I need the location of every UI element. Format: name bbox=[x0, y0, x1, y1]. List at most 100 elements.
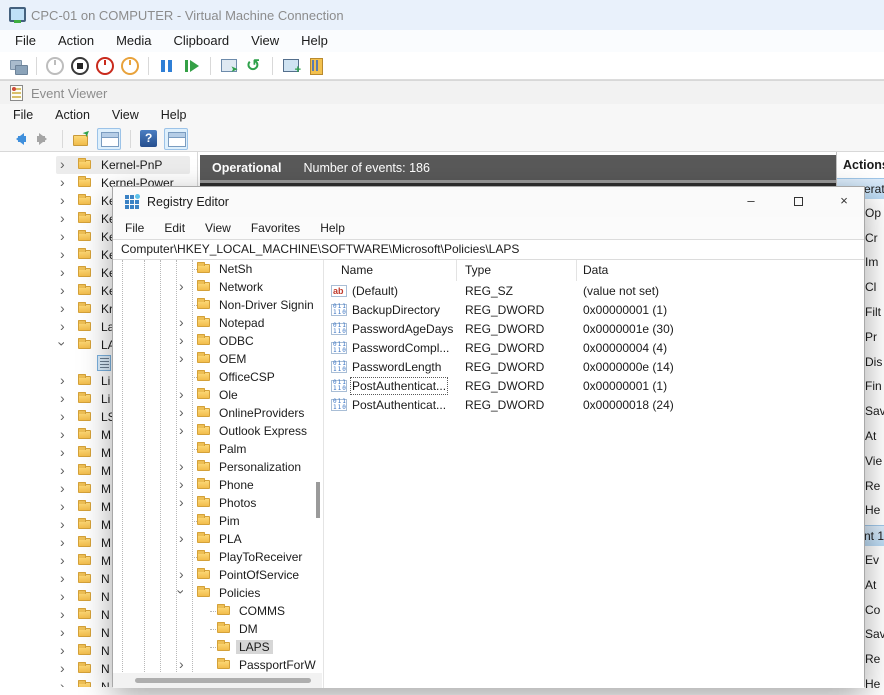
chevron-right-icon[interactable] bbox=[60, 408, 72, 426]
column-divider[interactable] bbox=[576, 260, 577, 281]
power-icon[interactable] bbox=[46, 57, 64, 75]
chevron-right-icon[interactable] bbox=[60, 264, 72, 282]
menu-clipboard[interactable]: Clipboard bbox=[163, 30, 241, 52]
chevron-right-icon[interactable] bbox=[60, 282, 72, 300]
show-hide-console-icon[interactable] bbox=[97, 128, 121, 150]
reg-tree-hscrollbar[interactable] bbox=[113, 673, 322, 688]
chevron-right-icon[interactable] bbox=[179, 314, 191, 332]
column-divider[interactable] bbox=[456, 260, 457, 281]
chevron-right-icon[interactable] bbox=[60, 498, 72, 516]
chevron-right-icon[interactable] bbox=[60, 480, 72, 498]
reg-tree-item[interactable]: Outlook Express bbox=[113, 422, 322, 440]
keyboard-icon[interactable] bbox=[9, 57, 27, 75]
chevron-right-icon[interactable] bbox=[179, 350, 191, 368]
chevron-right-icon[interactable] bbox=[60, 300, 72, 318]
chevron-right-icon[interactable] bbox=[60, 606, 72, 624]
help-icon[interactable] bbox=[140, 130, 157, 147]
enhanced-session-icon[interactable] bbox=[282, 57, 300, 75]
chevron-right-icon[interactable] bbox=[60, 642, 72, 660]
reg-tree-item[interactable]: PassportForW bbox=[113, 656, 322, 674]
reg-tree-item[interactable]: ODBC bbox=[113, 332, 322, 350]
console-tree-icon[interactable] bbox=[72, 130, 90, 148]
chevron-right-icon[interactable] bbox=[60, 210, 72, 228]
reg-value-row[interactable]: PostAuthenticat...REG_DWORD0x00000018 (2… bbox=[326, 396, 863, 415]
chevron-right-icon[interactable] bbox=[60, 444, 72, 462]
chevron-right-icon[interactable] bbox=[60, 246, 72, 264]
forward-icon[interactable] bbox=[35, 130, 53, 148]
reg-value-row[interactable]: PostAuthenticat...REG_DWORD0x00000001 (1… bbox=[326, 377, 863, 396]
reg-value-row[interactable]: PasswordLengthREG_DWORD0x0000000e (14) bbox=[326, 358, 863, 377]
pause-icon[interactable] bbox=[158, 57, 176, 75]
chevron-right-icon[interactable] bbox=[179, 278, 191, 296]
menu-view[interactable]: View bbox=[240, 30, 290, 52]
close-button[interactable]: × bbox=[832, 187, 856, 217]
chevron-right-icon[interactable] bbox=[179, 386, 191, 404]
ev-tree-item[interactable]: Kernel-PnP bbox=[0, 156, 198, 174]
reg-value-row[interactable]: PasswordCompl...REG_DWORD0x00000004 (4) bbox=[326, 339, 863, 358]
reg-pane-splitter[interactable] bbox=[323, 260, 324, 688]
reg-tree-vscrollbar-thumb[interactable] bbox=[316, 482, 320, 518]
save-state-icon[interactable] bbox=[121, 57, 139, 75]
chevron-right-icon[interactable] bbox=[60, 624, 72, 642]
reg-tree-item[interactable]: DM bbox=[113, 620, 322, 638]
reg-tree-item[interactable]: PointOfService bbox=[113, 566, 322, 584]
minimize-button[interactable]: – bbox=[739, 187, 763, 217]
chevron-right-icon[interactable] bbox=[179, 476, 191, 494]
reg-tree-item[interactable]: Ole bbox=[113, 386, 322, 404]
reg-tree-item[interactable]: OfficeCSP bbox=[113, 368, 322, 386]
reg-value-row[interactable]: PasswordAgeDaysREG_DWORD0x0000001e (30) bbox=[326, 320, 863, 339]
chevron-right-icon[interactable] bbox=[179, 530, 191, 548]
reg-tree-item[interactable]: LAPS bbox=[113, 638, 322, 656]
show-hide-actions-icon[interactable] bbox=[164, 128, 188, 150]
menu-media[interactable]: Media bbox=[105, 30, 162, 52]
shutdown-icon[interactable] bbox=[96, 57, 114, 75]
chevron-right-icon[interactable] bbox=[179, 332, 191, 350]
menu-edit[interactable]: Edit bbox=[154, 217, 195, 239]
chevron-right-icon[interactable] bbox=[60, 156, 72, 174]
chevron-right-icon[interactable] bbox=[179, 458, 191, 476]
menu-file[interactable]: File bbox=[4, 30, 47, 52]
reg-tree-item[interactable]: Personalization bbox=[113, 458, 322, 476]
revert-icon[interactable] bbox=[245, 57, 263, 75]
menu-file[interactable]: File bbox=[115, 217, 154, 239]
back-icon[interactable] bbox=[10, 130, 28, 148]
chevron-right-icon[interactable] bbox=[60, 318, 72, 336]
chevron-right-icon[interactable] bbox=[60, 534, 72, 552]
chevron-right-icon[interactable] bbox=[60, 462, 72, 480]
resume-icon[interactable] bbox=[183, 57, 201, 75]
chevron-right-icon[interactable] bbox=[179, 422, 191, 440]
chevron-down-icon[interactable] bbox=[179, 584, 191, 602]
reg-tree-item[interactable]: Phone bbox=[113, 476, 322, 494]
reg-tree-item[interactable]: Photos bbox=[113, 494, 322, 512]
chevron-right-icon[interactable] bbox=[60, 570, 72, 588]
menu-favorites[interactable]: Favorites bbox=[241, 217, 310, 239]
maximize-button[interactable] bbox=[786, 187, 810, 217]
reg-tree-item[interactable]: Policies bbox=[113, 584, 322, 602]
column-header-type[interactable]: Type bbox=[465, 260, 491, 281]
chevron-right-icon[interactable] bbox=[60, 516, 72, 534]
chevron-down-icon[interactable] bbox=[60, 336, 72, 354]
reg-value-row[interactable]: BackupDirectoryREG_DWORD0x00000001 (1) bbox=[326, 301, 863, 320]
chevron-right-icon[interactable] bbox=[179, 656, 191, 674]
chevron-right-icon[interactable] bbox=[60, 372, 72, 390]
chevron-right-icon[interactable] bbox=[179, 404, 191, 422]
chevron-right-icon[interactable] bbox=[179, 494, 191, 512]
reg-tree-item[interactable]: NetSh bbox=[113, 260, 322, 278]
reg-tree-item[interactable]: PlayToReceiver bbox=[113, 548, 322, 566]
menu-help[interactable]: Help bbox=[290, 30, 339, 52]
reg-tree-item[interactable]: Non-Driver Signin bbox=[113, 296, 322, 314]
reg-tree-item[interactable]: Pim bbox=[113, 512, 322, 530]
chevron-right-icon[interactable] bbox=[60, 660, 72, 678]
menu-help[interactable]: Help bbox=[310, 217, 355, 239]
chevron-right-icon[interactable] bbox=[179, 566, 191, 584]
reg-tree-item[interactable]: OEM bbox=[113, 350, 322, 368]
menu-view[interactable]: View bbox=[195, 217, 241, 239]
chevron-right-icon[interactable] bbox=[60, 588, 72, 606]
menu-view[interactable]: View bbox=[101, 104, 150, 126]
server-columns-icon[interactable] bbox=[307, 57, 325, 75]
checkpoint-icon[interactable] bbox=[220, 57, 238, 75]
reg-value-row[interactable]: (Default)REG_SZ(value not set) bbox=[326, 282, 863, 301]
reg-tree-item[interactable]: OnlineProviders bbox=[113, 404, 322, 422]
reg-tree-item[interactable]: Palm bbox=[113, 440, 322, 458]
reg-tree-item[interactable]: Notepad bbox=[113, 314, 322, 332]
